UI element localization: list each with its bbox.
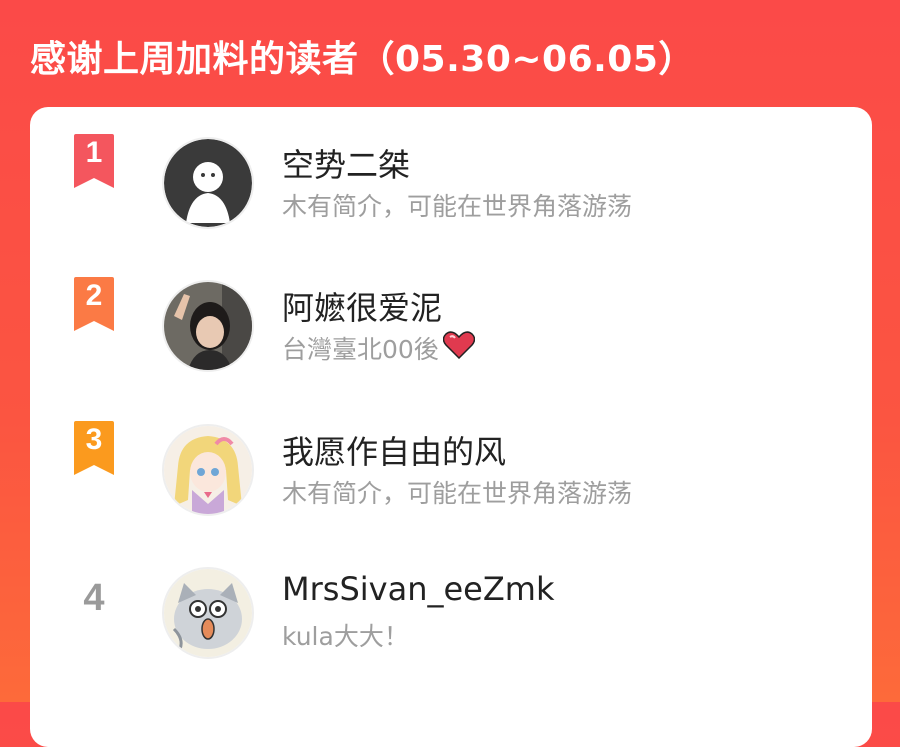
rank-number: 2 <box>85 279 103 312</box>
list-item[interactable]: 4 MrsSivan_eeZmk kula大大！ <box>30 537 872 659</box>
reader-name[interactable]: 空势二桀 <box>282 140 410 186</box>
rank-number: 3 <box>85 423 103 456</box>
list-item[interactable]: 1 空势二桀 木有简介，可能在世界角落游荡 <box>30 107 872 229</box>
reader-bio: 木有简介，可能在世界角落游荡 <box>282 474 632 510</box>
avatar[interactable] <box>162 280 254 372</box>
reader-name[interactable]: 我愿作自由的风 <box>282 427 506 473</box>
reader-bio: kula大大！ <box>282 617 409 653</box>
rank-number: 4 <box>83 577 105 619</box>
reader-name[interactable]: MrsSivan_eeZmk <box>282 570 554 608</box>
reader-bio: 木有简介，可能在世界角落游荡 <box>282 187 632 223</box>
avatar[interactable] <box>162 137 254 229</box>
bio-text: 台灣臺北00後 <box>282 335 439 364</box>
bio-text: 木有简介，可能在世界角落游荡 <box>282 479 633 508</box>
rank-badge-1: 1 <box>70 134 118 190</box>
heart-icon <box>442 331 476 365</box>
list-item[interactable]: 3 我愿作自由的风 木有简介，可能在世界角落游荡 <box>30 394 872 516</box>
photo-avatar-icon <box>164 282 252 370</box>
rank-badge-2: 2 <box>70 277 118 333</box>
reader-list-card: 1 空势二桀 木有简介，可能在世界角落游荡 2 阿嬷很爱泥 台灣臺北00後 3 … <box>30 107 872 747</box>
bio-text: kula大大！ <box>282 622 409 651</box>
reader-name[interactable]: 阿嬷很爱泥 <box>282 283 442 329</box>
anime-girl-avatar-icon <box>164 426 252 514</box>
avatar[interactable] <box>162 567 254 659</box>
reader-bio: 台灣臺北00後 <box>282 330 476 366</box>
default-ghost-avatar-icon <box>164 139 252 227</box>
rank-number: 1 <box>85 136 103 169</box>
page-title: 感谢上周加料的读者（05.30~06.05） <box>30 39 695 80</box>
rank-badge-3: 3 <box>70 421 118 477</box>
cartoon-cat-avatar-icon <box>164 569 252 657</box>
bio-text: 木有简介，可能在世界角落游荡 <box>282 192 633 221</box>
avatar[interactable] <box>162 424 254 516</box>
list-item[interactable]: 2 阿嬷很爱泥 台灣臺北00後 <box>30 250 872 372</box>
